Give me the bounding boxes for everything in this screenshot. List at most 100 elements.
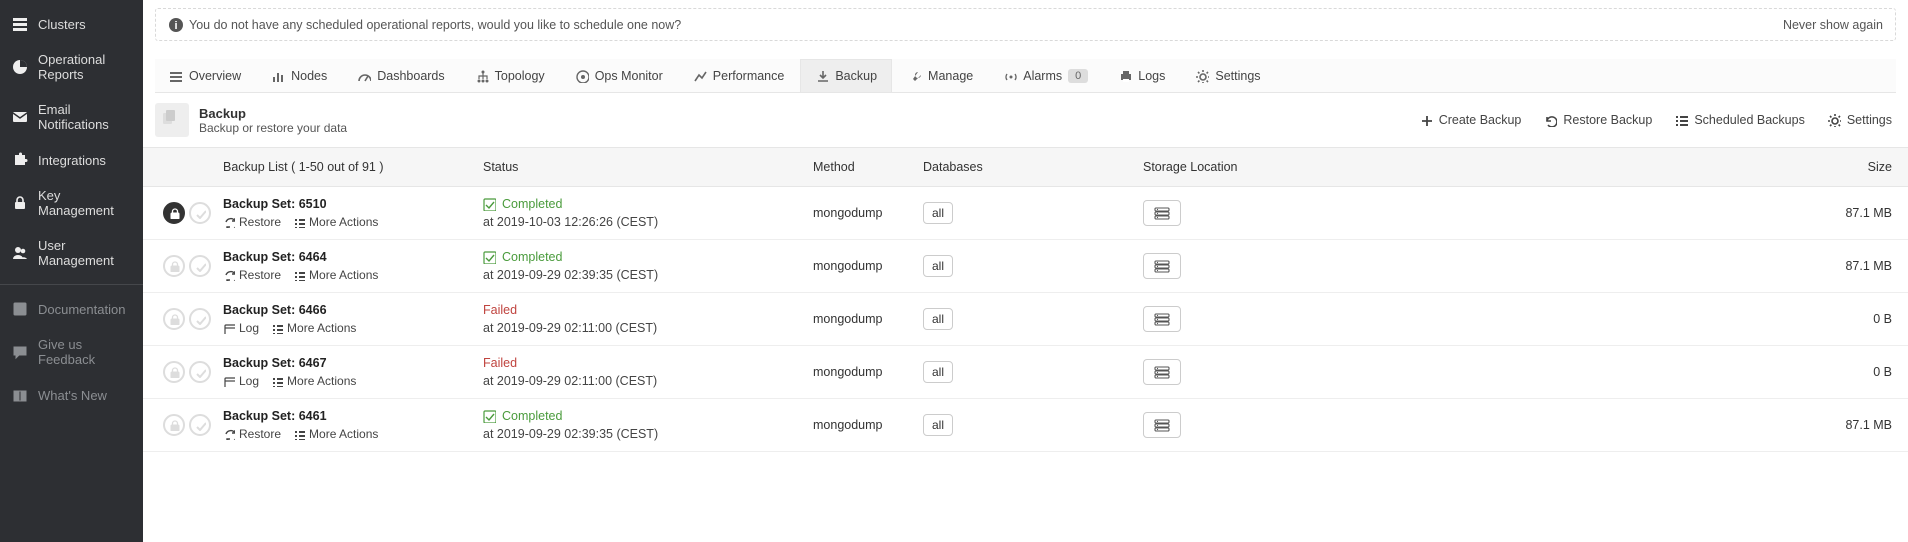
backup-set-name: Backup Set: 6467	[223, 356, 483, 370]
tab-performance[interactable]: Performance	[679, 60, 799, 92]
info-icon	[168, 17, 183, 32]
tab-label: Backup	[835, 69, 877, 83]
notice-dismiss[interactable]: Never show again	[1783, 18, 1883, 32]
sidebar-item[interactable]: What's New	[0, 377, 143, 413]
storage-location[interactable]	[1143, 412, 1181, 438]
tab-logs[interactable]: Logs	[1104, 60, 1179, 92]
create-backup-button[interactable]: Create Backup	[1419, 113, 1522, 127]
verified-icon	[189, 414, 211, 436]
sidebar-item[interactable]: Documentation	[0, 291, 143, 327]
more-actions[interactable]: More Actions	[293, 268, 378, 282]
database-pill[interactable]: all	[923, 361, 953, 383]
sidebar-item[interactable]: Integrations	[0, 142, 143, 178]
tab-label: Manage	[928, 69, 973, 83]
main: You do not have any scheduled operationa…	[143, 0, 1908, 542]
tab-topology[interactable]: Topology	[461, 60, 559, 92]
tab-settings[interactable]: Settings	[1181, 60, 1274, 92]
refresh-icon	[223, 269, 235, 281]
restore-action[interactable]: Restore	[223, 427, 281, 441]
tab-nodes[interactable]: Nodes	[257, 60, 341, 92]
col-size: Size	[1802, 160, 1892, 174]
storage-location[interactable]	[1143, 359, 1181, 385]
status-text: Completed	[502, 409, 562, 423]
more-actions[interactable]: More Actions	[293, 215, 378, 229]
list-icon	[293, 428, 305, 440]
backup-set-name: Backup Set: 6466	[223, 303, 483, 317]
notice-text[interactable]: You do not have any scheduled operationa…	[189, 18, 681, 32]
mail-icon	[12, 109, 28, 125]
col-storage: Storage Location	[1143, 160, 1802, 174]
tab-label: Dashboards	[377, 69, 444, 83]
sidebar-item[interactable]: User Management	[0, 228, 143, 278]
tabs: Overview Nodes Dashboards TopologyOps Monit…	[155, 59, 1896, 93]
sidebar-item-label: Key Management	[38, 188, 131, 218]
sidebar-item[interactable]: Clusters	[0, 6, 143, 42]
restore-action[interactable]: Restore	[223, 215, 281, 229]
restore-backup-button[interactable]: Restore Backup	[1543, 113, 1652, 127]
database-pill[interactable]: all	[923, 308, 953, 330]
tab-overview[interactable]: Overview	[155, 60, 255, 92]
restore-action[interactable]: Restore	[223, 268, 281, 282]
status-time: at 2019-09-29 02:11:00 (CEST)	[483, 374, 813, 388]
pie-icon	[12, 59, 28, 75]
tab-ops monitor[interactable]: Ops Monitor	[561, 60, 677, 92]
encrypted-icon	[163, 202, 185, 224]
list-icon	[293, 269, 305, 281]
sidebar-item-label: Documentation	[38, 302, 125, 317]
sidebar-item-label: Operational Reports	[38, 52, 131, 82]
tab-backup[interactable]: Backup	[800, 59, 892, 92]
log-action[interactable]: Log	[223, 321, 259, 335]
table-row: Backup Set: 6461RestoreMore ActionsCompl…	[143, 399, 1908, 452]
status-text: Failed	[483, 356, 517, 370]
sidebar-item-label: Clusters	[38, 17, 86, 32]
tab-alarms[interactable]: Alarms0	[989, 60, 1102, 92]
sidebar-item[interactable]: Operational Reports	[0, 42, 143, 92]
tree-icon	[475, 69, 489, 83]
tab-dashboards[interactable]: Dashboards	[343, 60, 458, 92]
method: mongodump	[813, 259, 923, 273]
tab-manage[interactable]: Manage	[894, 60, 987, 92]
scheduled-backups-button[interactable]: Scheduled Backups	[1674, 113, 1805, 127]
target-icon	[575, 69, 589, 83]
gear-icon	[1195, 69, 1209, 83]
status-time: at 2019-09-29 02:39:35 (CEST)	[483, 427, 813, 441]
database-pill[interactable]: all	[923, 255, 953, 277]
database-pill[interactable]: all	[923, 202, 953, 224]
more-actions[interactable]: More Actions	[293, 427, 378, 441]
sidebar-item[interactable]: Email Notifications	[0, 92, 143, 142]
page-subtitle: Backup or restore your data	[199, 121, 347, 135]
printer-icon	[1118, 69, 1132, 83]
method: mongodump	[813, 206, 923, 220]
book-icon	[12, 301, 28, 317]
tab-label: Settings	[1215, 69, 1260, 83]
more-actions[interactable]: More Actions	[271, 374, 356, 388]
storage-location[interactable]	[1143, 306, 1181, 332]
storage-location[interactable]	[1143, 253, 1181, 279]
sidebar-item-label: Email Notifications	[38, 102, 131, 132]
broadcast-icon	[1003, 69, 1017, 83]
size: 0 B	[1802, 312, 1892, 326]
sidebar-item-label: Integrations	[38, 153, 106, 168]
more-actions[interactable]: More Actions	[271, 321, 356, 335]
size: 87.1 MB	[1802, 259, 1892, 273]
database-pill[interactable]: all	[923, 414, 953, 436]
encrypted-icon	[163, 308, 185, 330]
settings-button[interactable]: Settings	[1827, 113, 1892, 127]
check-icon	[483, 410, 496, 423]
verified-icon	[189, 202, 211, 224]
col-status: Status	[483, 160, 813, 174]
stack-icon	[12, 16, 28, 32]
log-action[interactable]: Log	[223, 374, 259, 388]
table-row: Backup Set: 6467 Log More Actions Failed at …	[143, 346, 1908, 399]
size: 87.1 MB	[1802, 418, 1892, 432]
menu-icon	[169, 69, 183, 83]
check-icon	[483, 251, 496, 264]
chart-icon	[693, 69, 707, 83]
storage-location[interactable]	[1143, 200, 1181, 226]
col-method: Method	[813, 160, 923, 174]
sidebar-item[interactable]: Key Management	[0, 178, 143, 228]
tab-label: Nodes	[291, 69, 327, 83]
sidebar-item[interactable]: Give us Feedback	[0, 327, 143, 377]
bars-icon	[271, 69, 285, 83]
backup-set-name: Backup Set: 6510	[223, 197, 483, 211]
